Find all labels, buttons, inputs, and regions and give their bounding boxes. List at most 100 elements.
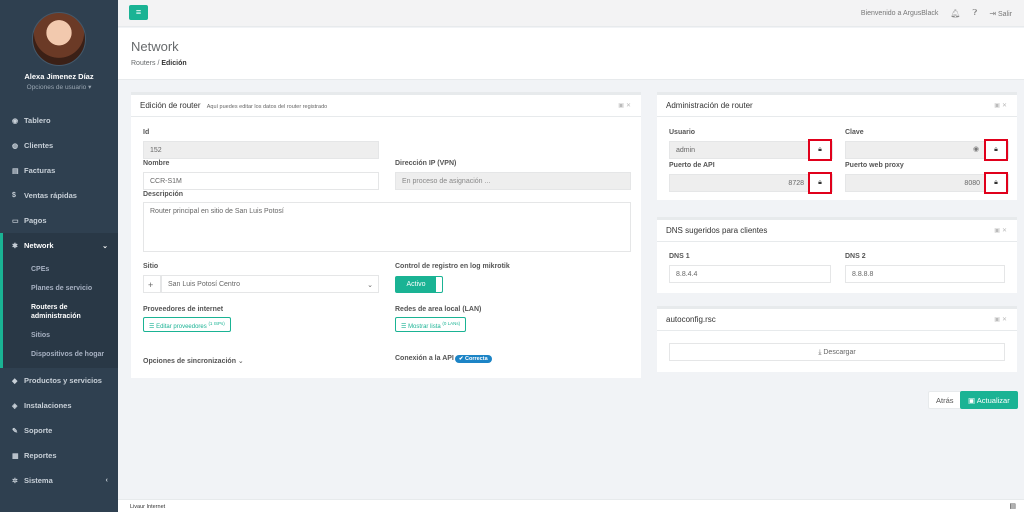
help-icon[interactable]: ❓︎ [973,8,978,18]
panel-title: Edición de router [140,101,201,110]
submenu-item-sitios[interactable]: Sitios [3,326,118,345]
sidebar-item-label: Reportes [24,451,57,460]
logout-button[interactable]: ⇥ Salir [989,9,1012,18]
site-select[interactable]: San Luis Potosí Centro ⌄ [161,275,379,293]
lock-icon[interactable]: 🔒︎ [984,172,1008,194]
logout-icon: ⇥ [989,8,997,18]
sidebar-item-label: Pagos [24,216,47,225]
dashboard-icon: ◉ [12,117,19,125]
sidebar-item-productos-y-servicios[interactable]: ◆ Productos y servicios [0,368,118,393]
chat-icon[interactable]: ▤ [1009,502,1016,510]
name-label: Nombre [143,160,170,167]
sidebar-item-sistema[interactable]: ✲ Sistema ‹ [0,468,118,493]
install-icon: ◈ [12,402,18,410]
sidebar-item-network[interactable]: ✱ Network ⌄ [0,233,118,258]
dns2-label: DNS 2 [845,253,866,260]
edit-isp-button[interactable]: ☰ Editar proveedores (1 ISPs) [143,317,231,332]
chevron-down-icon: ⌄ [367,282,373,289]
ip-label: Dirección IP (VPN) [395,160,457,167]
sidebar-item-instalaciones[interactable]: ◈ Instalaciones [0,393,118,418]
page-header: Network Routers / Edición [118,28,1024,80]
profile: Alexa Jimenez Díaz Opciones de usuario ▾ [0,0,118,98]
sidebar-item-label: Instalaciones [24,401,72,410]
user-label: Usuario [669,129,696,136]
sync-options-toggle[interactable]: Opciones de sincronización ⌄ [143,357,244,365]
log-control-toggle[interactable]: Activo [395,276,443,293]
dns-panel: DNS sugeridos para clientes ▣✕ DNS 1 8.8… [657,217,1017,293]
cogs-icon: ✲ [12,477,18,485]
sidebar-item-reportes[interactable]: ▦ Reportes [0,443,118,468]
network-icon: ✱ [12,242,18,250]
download-icon: ⤓ [818,349,822,356]
sidebar-item-label: Clientes [24,141,54,150]
users-icon: ◍ [12,142,19,150]
proxy-port-label: Puerto web proxy [845,162,904,169]
name-input[interactable]: CCR-S1M [143,172,379,190]
add-site-button[interactable]: + [143,275,161,293]
menu-toggle-button[interactable]: ≡ [129,5,148,20]
panel-title: Administración de router [666,101,753,110]
lock-icon[interactable]: 🔒︎ [984,139,1008,161]
password-label: Clave [845,129,864,136]
panel-tools[interactable]: ▣✕ [994,102,1009,109]
footer: Livaur Internet ▤ [118,499,1024,512]
api-connection-status: Conexión a la API ✔ Correcta [395,355,492,363]
lan-label: Redes de area local (LAN) [395,306,482,313]
sidebar: Alexa Jimenez Díaz Opciones de usuario ▾… [0,0,118,512]
download-button[interactable]: ⤓ Descargar [669,343,1005,361]
invoice-icon: ▤ [12,167,19,175]
sidebar-item-label: Soporte [24,426,53,435]
footer-company: Livaur Internet [130,504,166,510]
dns2-input[interactable]: 8.8.8.8 [845,265,1005,283]
panel-tools[interactable]: ▣✕ [994,316,1009,323]
submenu-item-dispositivos-de-hogar[interactable]: Dispositivos de hogar [3,345,118,364]
submenu-item-cpes[interactable]: CPEs [3,260,118,279]
isp-label: Proveedores de internet [143,306,224,313]
breadcrumb: Routers / Edición [131,60,187,67]
submenu-item-planes-de-servicio[interactable]: Planes de servicio [3,279,118,298]
sidebar-item-pagos[interactable]: ▭ Pagos [0,208,118,233]
breadcrumb-routers[interactable]: Routers [131,60,156,67]
products-icon: ◆ [12,377,18,385]
bell-icon[interactable]: 🔔︎ [950,9,960,18]
panel-tools[interactable]: ▣✕ [994,227,1009,234]
eye-icon[interactable]: ◉ [973,145,979,153]
sidebar-item-soporte[interactable]: ✎ Soporte [0,418,118,443]
id-label: Id [143,129,150,136]
avatar[interactable] [32,12,86,66]
sidebar-item-facturas[interactable]: ▤ Facturas [0,158,118,183]
ip-field: En proceso de asignación ... [395,172,631,190]
sidebar-item-label: Tablero [24,116,51,125]
panel-title: DNS sugeridos para clientes [666,226,768,235]
list-icon: ☰ [149,324,155,330]
chevron-icon: ⌄ [102,242,108,250]
sidebar-item-label: Productos y servicios [24,376,102,385]
back-button[interactable]: Atrás [928,391,962,409]
log-control-label: Control de registro en log mikrotik [395,263,510,270]
page-title: Network [131,39,179,54]
topbar: ≡ Bienvenido a ArgusBlack 🔔︎ ❓︎ ⇥ Salir [118,0,1024,27]
reports-icon: ▦ [12,452,19,460]
sidebar-item-ventas-r-pidas[interactable]: $ Ventas rápidas [0,183,118,208]
panel-tools[interactable]: ▣✕ [618,102,633,109]
lock-icon[interactable]: 🔒︎ [808,172,832,194]
sidebar-item-clientes[interactable]: ◍ Clientes [0,133,118,158]
user-options-dropdown[interactable]: Opciones de usuario ▾ [0,83,118,91]
list-icon: ☰ [401,324,407,330]
submenu-item-routers-de-administraci-n[interactable]: Routers de administración [3,298,118,326]
panel-title: autoconfig.rsc [666,315,716,324]
status-badge: ✔ Correcta [454,355,492,363]
show-lan-list-button[interactable]: ☰ Mostrar lista (0 LANs) [395,317,467,332]
sidebar-item-label: Facturas [24,166,56,175]
network-submenu: CPEs Planes de servicio Routers de adminis… [0,258,118,368]
dns1-input[interactable]: 8.8.4.4 [669,265,831,283]
description-textarea[interactable]: Router principal en sitio de San Luis Po… [143,202,631,252]
lock-icon[interactable]: 🔒︎ [808,139,832,161]
wrench-icon: ✎ [12,427,18,435]
update-button[interactable]: ▣ Actualizar [960,391,1018,409]
panel-subtitle: Aquí puedes editar los datos del router … [206,104,328,110]
autoconfig-panel: autoconfig.rsc ▣✕ ⤓ Descargar [657,306,1017,372]
sidebar-item-tablero[interactable]: ◉ Tablero [0,108,118,133]
description-label: Descripción [143,191,184,198]
profile-name: Alexa Jimenez Díaz [24,72,94,81]
